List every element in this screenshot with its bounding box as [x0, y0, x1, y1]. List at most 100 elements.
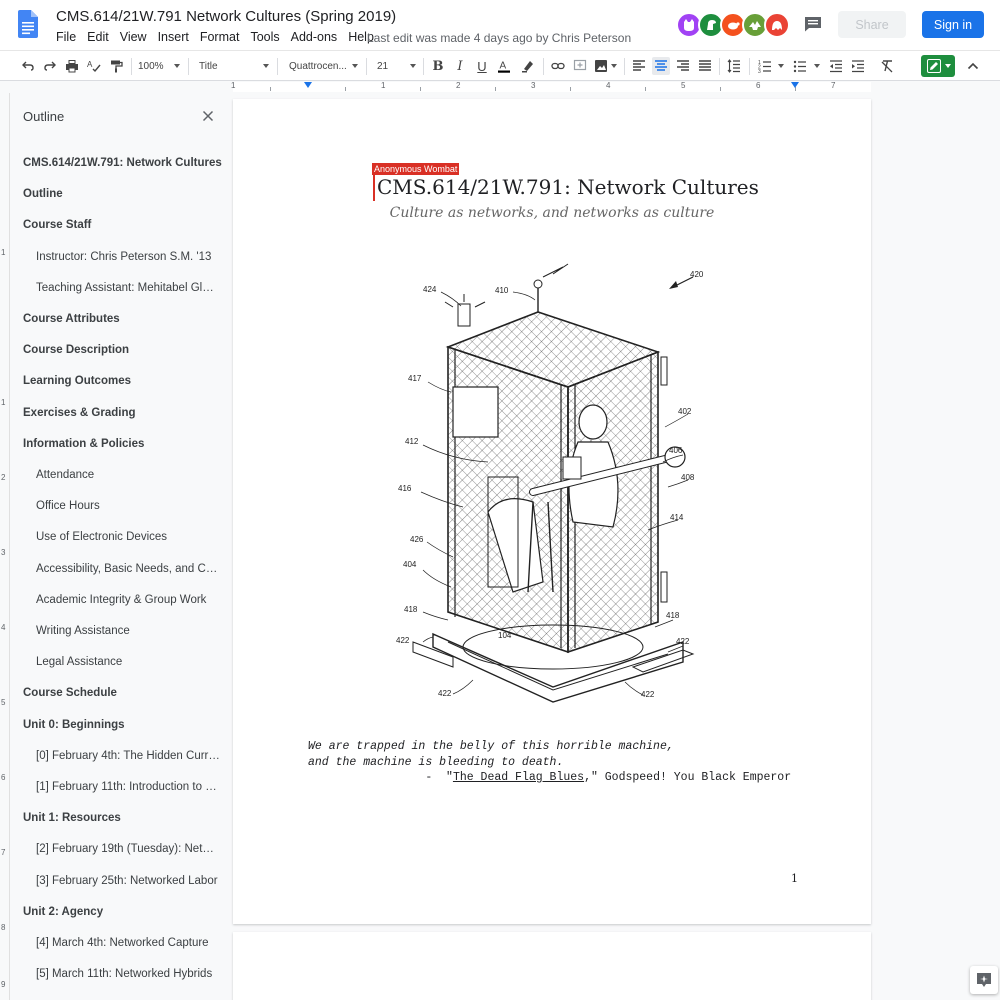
menu-addons[interactable]: Add-ons: [291, 30, 338, 44]
outline-item[interactable]: [1] February 11th: Introduction to Netwo…: [36, 781, 220, 793]
outline-item[interactable]: Writing Assistance: [36, 625, 220, 637]
document-page-2[interactable]: [233, 932, 871, 1000]
ruler-label: 1: [231, 81, 236, 90]
outline-item[interactable]: Legal Assistance: [36, 656, 220, 668]
outline-item[interactable]: Academic Integrity & Group Work: [36, 594, 220, 606]
outline-item[interactable]: Teaching Assistant: Mehitabel Glenhaber: [36, 282, 220, 294]
toolbar-separator: [188, 58, 189, 75]
zoom-caret-icon[interactable]: [174, 64, 180, 68]
font-caret-icon[interactable]: [352, 64, 358, 68]
epigraph-quote[interactable]: We are trapped in the belly of this horr…: [308, 739, 791, 786]
line-spacing-icon[interactable]: [726, 58, 742, 74]
outline-item[interactable]: Unit 0: Beginnings: [23, 719, 223, 731]
bold-icon[interactable]: B: [430, 58, 446, 74]
outline-item[interactable]: Learning Outcomes: [23, 375, 223, 387]
toolbar-separator: [719, 58, 720, 75]
bulleted-list-icon[interactable]: [792, 58, 808, 74]
outline-item[interactable]: Outline: [23, 188, 223, 200]
sign-in-button[interactable]: Sign in: [922, 11, 984, 38]
increase-indent-icon[interactable]: [850, 58, 866, 74]
highlight-icon[interactable]: [520, 58, 536, 74]
collapse-menus-icon[interactable]: [965, 58, 981, 74]
editing-mode-button[interactable]: [921, 55, 955, 77]
undo-icon[interactable]: [20, 58, 36, 74]
docs-logo-icon[interactable]: [18, 10, 38, 38]
bulleted-list-caret-icon[interactable]: [814, 64, 820, 68]
numbered-list-icon[interactable]: 123: [757, 58, 773, 74]
explore-button[interactable]: [970, 966, 998, 994]
outline-item[interactable]: [4] March 4th: Networked Capture: [36, 937, 220, 949]
zoom-select[interactable]: 100%: [138, 58, 170, 74]
horizontal-ruler[interactable]: 1 1 2 3 4 5 6 7: [0, 81, 1000, 93]
document-title[interactable]: CMS.614/21W.791 Network Cultures (Spring…: [56, 8, 396, 25]
insert-image-icon[interactable]: [593, 58, 609, 74]
octopus-icon[interactable]: [764, 12, 790, 38]
close-icon[interactable]: [202, 110, 214, 122]
align-left-icon[interactable]: [631, 58, 647, 74]
outline-item[interactable]: [0] February 4th: The Hidden Curriculum: [36, 750, 220, 762]
font-select[interactable]: Quattrocen...: [289, 58, 349, 74]
outline-item[interactable]: Course Description: [23, 344, 223, 356]
outline-item[interactable]: [5] March 11th: Networked Hybrids: [36, 968, 220, 980]
document-subtitle[interactable]: Culture as networks, and networks as cul…: [233, 205, 871, 221]
menu-view[interactable]: View: [120, 30, 147, 44]
ruler-label: 3: [1, 548, 6, 557]
outline-item[interactable]: Instructor: Chris Peterson S.M. '13: [36, 251, 220, 263]
outline-item[interactable]: CMS.614/21W.791: Network Cultures: [23, 157, 223, 169]
insert-comment-icon[interactable]: [572, 58, 588, 74]
outline-item[interactable]: Information & Policies: [23, 438, 223, 450]
vertical-ruler[interactable]: 1 1 2 3 4 5 6 7 8 9: [0, 93, 10, 1000]
clear-formatting-icon[interactable]: [879, 58, 895, 74]
comments-icon[interactable]: [804, 16, 822, 32]
image-caret-icon[interactable]: [611, 64, 617, 68]
font-size-caret-icon[interactable]: [410, 64, 416, 68]
text-color-icon[interactable]: A: [496, 58, 512, 74]
font-size-select[interactable]: 21: [377, 58, 397, 74]
last-edit-status[interactable]: Last edit was made 4 days ago by Chris P…: [367, 31, 631, 45]
ruler-label: 2: [1, 473, 6, 482]
outline-item[interactable]: Unit 1: Resources: [23, 812, 223, 824]
outline-item[interactable]: [3] February 25th: Networked Labor: [36, 875, 220, 887]
menu-tools[interactable]: Tools: [250, 30, 279, 44]
justify-icon[interactable]: [697, 58, 713, 74]
underline-icon[interactable]: U: [474, 58, 490, 74]
outline-item[interactable]: Course Attributes: [23, 313, 223, 325]
numbered-list-caret-icon[interactable]: [778, 64, 784, 68]
align-center-icon[interactable]: [652, 57, 670, 75]
menu-bar: File Edit View Insert Format Tools Add-o…: [56, 30, 385, 44]
paint-format-icon[interactable]: [108, 58, 124, 74]
document-heading[interactable]: CMS.614/21W.791: Network Cultures: [377, 175, 759, 199]
figure-label: 416: [398, 484, 412, 493]
patent-drawing-cage-image[interactable]: 424 410 420 417 402 412 406 408 416 414 …: [393, 262, 713, 712]
outline-item[interactable]: Use of Electronic Devices: [36, 531, 220, 543]
menu-file[interactable]: File: [56, 30, 76, 44]
outline-item[interactable]: Accessibility, Basic Needs, and Challeng…: [36, 563, 220, 575]
italic-icon[interactable]: I: [452, 58, 468, 74]
menu-format[interactable]: Format: [200, 30, 240, 44]
outline-item[interactable]: Office Hours: [36, 500, 220, 512]
share-button[interactable]: Share: [838, 11, 906, 38]
spellcheck-icon[interactable]: A: [86, 58, 102, 74]
outline-item[interactable]: [2] February 19th (Tuesday): Networked R…: [36, 843, 220, 855]
menu-edit[interactable]: Edit: [87, 30, 109, 44]
ruler-tick: [570, 87, 571, 91]
redo-icon[interactable]: [42, 58, 58, 74]
outline-item[interactable]: Unit 2: Agency: [23, 906, 223, 918]
paragraph-style-select[interactable]: Title: [199, 58, 239, 74]
insert-link-icon[interactable]: [550, 58, 566, 74]
outline-item[interactable]: Course Schedule: [23, 687, 223, 699]
collaborator-cursor: [373, 175, 375, 201]
outline-item[interactable]: Course Staff: [23, 219, 223, 231]
outline-item[interactable]: Exercises & Grading: [23, 407, 223, 419]
document-page[interactable]: Anonymous Wombat CMS.614/21W.791: Networ…: [233, 99, 871, 924]
menu-insert[interactable]: Insert: [158, 30, 189, 44]
decrease-indent-icon[interactable]: [828, 58, 844, 74]
figure-label: 412: [405, 437, 419, 446]
style-caret-icon[interactable]: [263, 64, 269, 68]
print-icon[interactable]: [64, 58, 80, 74]
outline-item[interactable]: Attendance: [36, 469, 220, 481]
right-indent-marker[interactable]: [791, 82, 799, 88]
left-indent-marker[interactable]: [304, 82, 312, 88]
ruler-label: 4: [1, 623, 6, 632]
align-right-icon[interactable]: [675, 58, 691, 74]
